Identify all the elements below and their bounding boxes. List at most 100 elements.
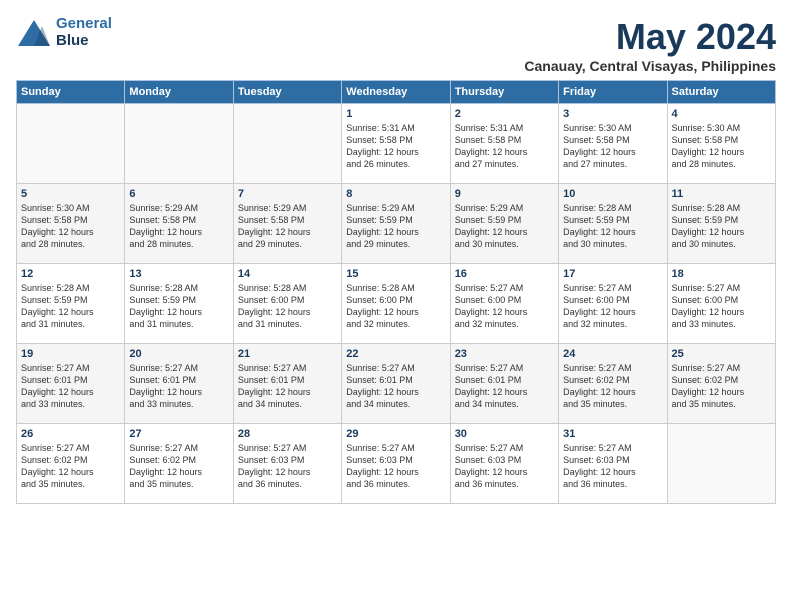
- calendar-cell: 23 Sunrise: 5:27 AM Sunset: 6:01 PM Dayli…: [450, 344, 558, 424]
- cell-info: Sunrise: 5:30 AM Sunset: 5:58 PM Dayligh…: [672, 122, 771, 171]
- calendar-table: SundayMondayTuesdayWednesdayThursdayFrid…: [16, 80, 776, 504]
- day-number: 25: [672, 348, 771, 360]
- column-header-wednesday: Wednesday: [342, 81, 450, 104]
- day-number: 19: [21, 348, 120, 360]
- calendar-cell: 10 Sunrise: 5:28 AM Sunset: 5:59 PM Dayli…: [559, 184, 667, 264]
- calendar-cell: 17 Sunrise: 5:27 AM Sunset: 6:00 PM Dayli…: [559, 264, 667, 344]
- cell-info: Sunrise: 5:27 AM Sunset: 6:00 PM Dayligh…: [672, 282, 771, 331]
- day-number: 3: [563, 108, 662, 120]
- cell-info: Sunrise: 5:27 AM Sunset: 6:00 PM Dayligh…: [563, 282, 662, 331]
- cell-info: Sunrise: 5:29 AM Sunset: 5:58 PM Dayligh…: [129, 202, 228, 251]
- day-number: 23: [455, 348, 554, 360]
- calendar-cell: 13 Sunrise: 5:28 AM Sunset: 5:59 PM Dayli…: [125, 264, 233, 344]
- day-number: 29: [346, 428, 445, 440]
- day-number: 17: [563, 268, 662, 280]
- calendar-cell: 4Sunrise: 5:30 AM Sunset: 5:58 PM Daylig…: [667, 104, 775, 184]
- day-number: 1: [346, 108, 445, 120]
- calendar-cell: 28 Sunrise: 5:27 AM Sunset: 6:03 PM Dayli…: [233, 424, 341, 504]
- cell-info: Sunrise: 5:31 AM Sunset: 5:58 PM Dayligh…: [346, 122, 445, 171]
- day-number: 7: [238, 188, 337, 200]
- calendar-cell: 15 Sunrise: 5:28 AM Sunset: 6:00 PM Dayli…: [342, 264, 450, 344]
- day-number: 13: [129, 268, 228, 280]
- cell-info: Sunrise: 5:28 AM Sunset: 6:00 PM Dayligh…: [238, 282, 337, 331]
- cell-info: Sunrise: 5:29 AM Sunset: 5:58 PM Dayligh…: [238, 202, 337, 251]
- cell-info: Sunrise: 5:30 AM Sunset: 5:58 PM Dayligh…: [563, 122, 662, 171]
- cell-info: Sunrise: 5:29 AM Sunset: 5:59 PM Dayligh…: [455, 202, 554, 251]
- cell-info: Sunrise: 5:27 AM Sunset: 6:01 PM Dayligh…: [21, 362, 120, 411]
- day-number: 8: [346, 188, 445, 200]
- calendar-body: 1 Sunrise: 5:31 AM Sunset: 5:58 PM Daylig…: [17, 104, 776, 504]
- day-number: 16: [455, 268, 554, 280]
- day-number: 9: [455, 188, 554, 200]
- cell-info: Sunrise: 5:27 AM Sunset: 6:03 PM Dayligh…: [346, 442, 445, 491]
- day-number: 2: [455, 108, 554, 120]
- cell-info: Sunrise: 5:28 AM Sunset: 5:59 PM Dayligh…: [563, 202, 662, 251]
- cell-info: Sunrise: 5:27 AM Sunset: 6:01 PM Dayligh…: [129, 362, 228, 411]
- calendar-cell: 31 Sunrise: 5:27 AM Sunset: 6:03 PM Dayli…: [559, 424, 667, 504]
- calendar-cell: [667, 424, 775, 504]
- calendar-week-1: 5 Sunrise: 5:30 AM Sunset: 5:58 PM Daylig…: [17, 184, 776, 264]
- cell-info: Sunrise: 5:28 AM Sunset: 6:00 PM Dayligh…: [346, 282, 445, 331]
- calendar-week-0: 1 Sunrise: 5:31 AM Sunset: 5:58 PM Daylig…: [17, 104, 776, 184]
- calendar-cell: 11Sunrise: 5:28 AM Sunset: 5:59 PM Dayli…: [667, 184, 775, 264]
- day-number: 12: [21, 268, 120, 280]
- column-header-tuesday: Tuesday: [233, 81, 341, 104]
- day-number: 30: [455, 428, 554, 440]
- location-subtitle: Canauay, Central Visayas, Philippines: [524, 58, 776, 74]
- cell-info: Sunrise: 5:27 AM Sunset: 6:03 PM Dayligh…: [563, 442, 662, 491]
- day-number: 10: [563, 188, 662, 200]
- day-number: 14: [238, 268, 337, 280]
- calendar-cell: 3 Sunrise: 5:30 AM Sunset: 5:58 PM Daylig…: [559, 104, 667, 184]
- calendar-cell: [125, 104, 233, 184]
- calendar-cell: 25 Sunrise: 5:27 AM Sunset: 6:02 PM Dayli…: [667, 344, 775, 424]
- day-number: 27: [129, 428, 228, 440]
- cell-info: Sunrise: 5:27 AM Sunset: 6:03 PM Dayligh…: [238, 442, 337, 491]
- day-number: 20: [129, 348, 228, 360]
- cell-info: Sunrise: 5:27 AM Sunset: 6:01 PM Dayligh…: [455, 362, 554, 411]
- calendar-week-2: 12 Sunrise: 5:28 AM Sunset: 5:59 PM Dayli…: [17, 264, 776, 344]
- cell-info: Sunrise: 5:29 AM Sunset: 5:59 PM Dayligh…: [346, 202, 445, 251]
- column-header-monday: Monday: [125, 81, 233, 104]
- calendar-cell: 19 Sunrise: 5:27 AM Sunset: 6:01 PM Dayli…: [17, 344, 125, 424]
- cell-info: Sunrise: 5:30 AM Sunset: 5:58 PM Dayligh…: [21, 202, 120, 251]
- calendar-cell: 9 Sunrise: 5:29 AM Sunset: 5:59 PM Daylig…: [450, 184, 558, 264]
- logo: General Blue: [16, 16, 112, 49]
- title-block: May 2024 Canauay, Central Visayas, Phili…: [524, 16, 776, 74]
- day-number: 28: [238, 428, 337, 440]
- cell-info: Sunrise: 5:27 AM Sunset: 6:01 PM Dayligh…: [238, 362, 337, 411]
- calendar-cell: 18Sunrise: 5:27 AM Sunset: 6:00 PM Dayli…: [667, 264, 775, 344]
- day-number: 31: [563, 428, 662, 440]
- day-number: 24: [563, 348, 662, 360]
- calendar-week-4: 26 Sunrise: 5:27 AM Sunset: 6:02 PM Dayli…: [17, 424, 776, 504]
- calendar-cell: 29 Sunrise: 5:27 AM Sunset: 6:03 PM Dayli…: [342, 424, 450, 504]
- cell-info: Sunrise: 5:31 AM Sunset: 5:58 PM Dayligh…: [455, 122, 554, 171]
- cell-info: Sunrise: 5:27 AM Sunset: 6:02 PM Dayligh…: [563, 362, 662, 411]
- calendar-cell: 7 Sunrise: 5:29 AM Sunset: 5:58 PM Daylig…: [233, 184, 341, 264]
- day-number: 22: [346, 348, 445, 360]
- column-header-sunday: Sunday: [17, 81, 125, 104]
- calendar-cell: [17, 104, 125, 184]
- day-number: 26: [21, 428, 120, 440]
- column-header-thursday: Thursday: [450, 81, 558, 104]
- day-number: 5: [21, 188, 120, 200]
- calendar-cell: 26 Sunrise: 5:27 AM Sunset: 6:02 PM Dayli…: [17, 424, 125, 504]
- day-number: 11: [672, 188, 771, 200]
- cell-info: Sunrise: 5:27 AM Sunset: 6:02 PM Dayligh…: [672, 362, 771, 411]
- column-header-saturday: Saturday: [667, 81, 775, 104]
- calendar-cell: 2 Sunrise: 5:31 AM Sunset: 5:58 PM Daylig…: [450, 104, 558, 184]
- calendar-cell: 21 Sunrise: 5:27 AM Sunset: 6:01 PM Dayli…: [233, 344, 341, 424]
- cell-info: Sunrise: 5:27 AM Sunset: 6:03 PM Dayligh…: [455, 442, 554, 491]
- calendar-cell: 5 Sunrise: 5:30 AM Sunset: 5:58 PM Daylig…: [17, 184, 125, 264]
- logo-text: General Blue: [56, 16, 112, 49]
- cell-info: Sunrise: 5:28 AM Sunset: 5:59 PM Dayligh…: [129, 282, 228, 331]
- calendar-header-row: SundayMondayTuesdayWednesdayThursdayFrid…: [17, 81, 776, 104]
- cell-info: Sunrise: 5:27 AM Sunset: 6:02 PM Dayligh…: [21, 442, 120, 491]
- calendar-cell: 22Sunrise: 5:27 AM Sunset: 6:01 PM Dayli…: [342, 344, 450, 424]
- cell-info: Sunrise: 5:27 AM Sunset: 6:00 PM Dayligh…: [455, 282, 554, 331]
- calendar-cell: 20 Sunrise: 5:27 AM Sunset: 6:01 PM Dayli…: [125, 344, 233, 424]
- day-number: 21: [238, 348, 337, 360]
- cell-info: Sunrise: 5:28 AM Sunset: 5:59 PM Dayligh…: [21, 282, 120, 331]
- day-number: 6: [129, 188, 228, 200]
- day-number: 15: [346, 268, 445, 280]
- calendar-cell: 16 Sunrise: 5:27 AM Sunset: 6:00 PM Dayli…: [450, 264, 558, 344]
